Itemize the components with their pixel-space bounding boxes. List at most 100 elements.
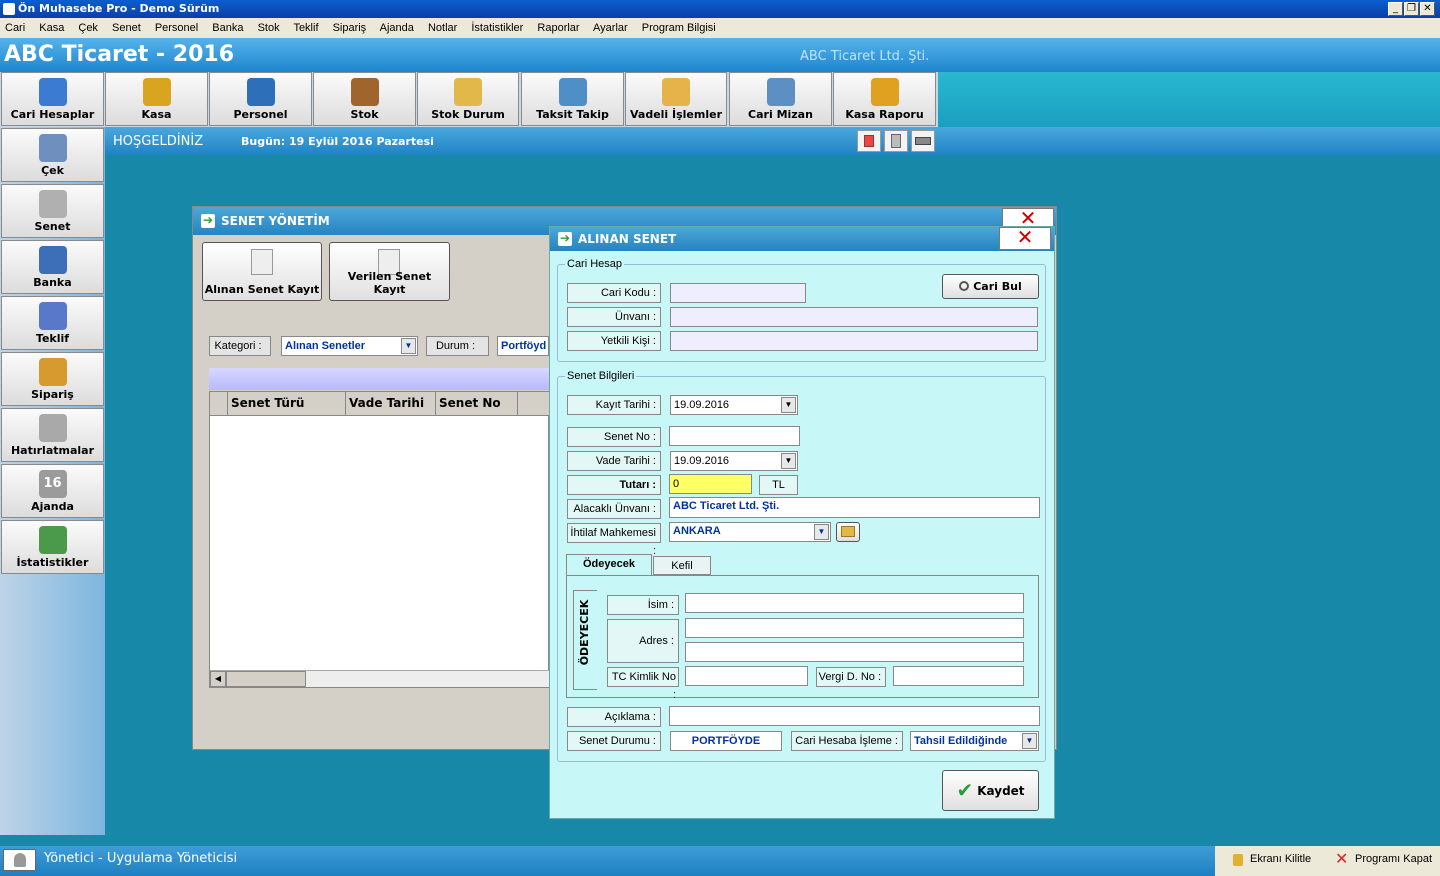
menu-cek[interactable]: Çek [78, 22, 98, 34]
chart-icon [766, 78, 795, 106]
document-icon [38, 190, 67, 218]
calendar-small-icon[interactable] [857, 130, 881, 152]
isim-input[interactable] [685, 593, 1024, 613]
kategori-select[interactable]: Alınan Senetler ▼ [281, 336, 418, 356]
senet-no-input[interactable] [669, 426, 800, 446]
sidebar-item-document[interactable]: Senet [1, 184, 104, 238]
menu-kasa[interactable]: Kasa [39, 22, 64, 34]
sidebar-item-order[interactable]: Sipariş [1, 352, 104, 406]
unvani-input[interactable] [670, 307, 1038, 327]
sidebar-item-label: Senet [34, 220, 71, 233]
cari-kodu-input[interactable] [670, 283, 806, 303]
users-icon [38, 78, 67, 106]
sidebar-item-clock[interactable]: Hatırlatmalar [1, 408, 104, 462]
chevron-down-icon[interactable]: ▼ [401, 338, 416, 354]
chevron-down-icon[interactable]: ▼ [1022, 733, 1037, 749]
toolbar-users-button[interactable]: Cari Hesaplar [1, 72, 104, 126]
tc-kimlik-label: TC Kimlik No : [607, 667, 679, 701]
toolbar-chart-button[interactable]: Cari Mizan [729, 72, 832, 126]
ihtilaf-mahkemesi-label: İhtilaf Mahkemesi : [567, 523, 661, 557]
keyboard-icon[interactable] [911, 130, 935, 152]
menu-banka[interactable]: Banka [212, 22, 243, 34]
lock-screen-button[interactable]: Ekranı Kilitle [1250, 853, 1311, 865]
ihtilaf-mahkemesi-select[interactable]: ANKARA ▼ [669, 522, 831, 542]
clock-icon [38, 414, 67, 442]
menu-siparis[interactable]: Sipariş [333, 22, 367, 34]
scroll-thumb[interactable] [226, 671, 306, 687]
chevron-down-icon[interactable]: ▼ [781, 397, 796, 413]
scroll-left-icon[interactable]: ◀ [210, 671, 226, 687]
menu-teklif[interactable]: Teklif [293, 22, 318, 34]
magnifier-icon [959, 281, 970, 291]
column-senet-no[interactable]: Senet No [436, 392, 518, 415]
senet-durumu-value: PORTFÖYDE [670, 731, 782, 751]
menu-notlar[interactable]: Notlar [428, 22, 457, 34]
folder-add-icon [841, 526, 855, 537]
vade-tarihi-picker[interactable]: 19.09.2016 ▼ [670, 451, 798, 471]
senet-no-label: Senet No : [567, 427, 661, 447]
cari-hesaba-isleme-select[interactable]: Tahsil Edildiğinde ▼ [910, 731, 1039, 751]
tab-kefil[interactable]: Kefil [653, 556, 711, 575]
sidebar-item-calendar[interactable]: 16 Ajanda [1, 464, 104, 518]
alinan-senet-kayit-button[interactable]: Alınan Senet Kayıt [202, 242, 322, 301]
kategori-value: Alınan Senetler [285, 340, 366, 352]
verilen-senet-kayit-button[interactable]: Verilen Senet Kayıt [329, 242, 450, 301]
toolbar-box-button[interactable]: Stok [313, 72, 416, 126]
alacakli-unvani-input[interactable]: ABC Ticaret Ltd. Şti. [669, 497, 1040, 518]
check-icon [38, 134, 67, 162]
tc-kimlik-input[interactable] [685, 666, 808, 686]
adres-line1-input[interactable] [685, 618, 1024, 638]
sidebar-item-notepad[interactable]: Teklif [1, 296, 104, 350]
chevron-down-icon[interactable]: ▼ [814, 524, 829, 540]
kayit-tarihi-picker[interactable]: 19.09.2016 ▼ [670, 395, 798, 415]
chevron-down-icon[interactable]: ▼ [781, 453, 796, 469]
column-vade-tarihi[interactable]: Vade Tarihi [346, 392, 436, 415]
toolbar-label: Stok Durum [431, 108, 505, 121]
menu-istatistikler[interactable]: İstatistikler [471, 22, 523, 34]
app-name: ABC Ticaret - 2016 [4, 42, 235, 67]
aciklama-input[interactable] [669, 706, 1040, 726]
restore-button[interactable]: ❐ [1404, 2, 1419, 16]
checkmark-icon: ✔ [956, 778, 974, 802]
toolbar-person-button[interactable]: Personel [209, 72, 312, 126]
sidebar-item-pie[interactable]: Banka [1, 240, 104, 294]
toolbar-binder-button[interactable]: Vadeli İşlemler [625, 72, 727, 126]
durum-select[interactable]: Portföyd [497, 336, 549, 356]
kaydet-button[interactable]: ✔ Kaydet [942, 770, 1039, 811]
menu-senet[interactable]: Senet [112, 22, 141, 34]
menu-personel[interactable]: Personel [155, 22, 198, 34]
notepad-icon [38, 302, 67, 330]
tutari-input[interactable]: 0 [669, 474, 752, 494]
add-folder-button[interactable] [836, 522, 860, 542]
column-senet-turu[interactable]: Senet Türü [228, 392, 346, 415]
tab-odeyecek[interactable]: Ödeyecek [566, 554, 652, 576]
grid-group-panel [209, 368, 549, 390]
menu-ayarlar[interactable]: Ayarlar [593, 22, 628, 34]
cari-bul-button[interactable]: Cari Bul [942, 274, 1039, 299]
toolbar-card-button[interactable]: Taksit Takip [521, 72, 624, 126]
kaydet-label: Kaydet [977, 784, 1025, 798]
close-window-button[interactable]: ✕ [1420, 2, 1435, 16]
toolbar-folder-button[interactable]: Stok Durum [417, 72, 519, 126]
sidebar-item-label: Banka [33, 276, 72, 289]
menu-program-bilgisi[interactable]: Program Bilgisi [642, 22, 716, 34]
senet-grid[interactable] [209, 391, 549, 688]
menu-stok[interactable]: Stok [258, 22, 280, 34]
menu-raporlar[interactable]: Raporlar [537, 22, 579, 34]
adres-line2-input[interactable] [685, 642, 1024, 662]
vergi-no-input[interactable] [893, 666, 1024, 686]
exit-program-button[interactable]: Programı Kapat [1355, 853, 1432, 865]
menu-ajanda[interactable]: Ajanda [380, 22, 414, 34]
horizontal-scrollbar[interactable]: ◀ [210, 670, 549, 687]
menu-cari[interactable]: Cari [5, 22, 25, 34]
window-titlebar: Ön Muhasebe Pro - Demo Sürüm [0, 0, 1440, 18]
order-icon [38, 358, 67, 386]
minimize-button[interactable]: _ [1388, 2, 1403, 16]
alinan-senet-close-button[interactable]: ✕ [999, 227, 1051, 250]
calculator-icon[interactable] [884, 130, 908, 152]
toolbar-moneybag-button[interactable]: Kasa Raporu [833, 72, 936, 126]
sidebar-item-stats[interactable]: İstatistikler [1, 520, 104, 574]
sidebar-item-check[interactable]: Çek [1, 128, 104, 182]
yetkili-kisi-input[interactable] [670, 331, 1038, 351]
toolbar-coins-button[interactable]: Kasa [105, 72, 208, 126]
